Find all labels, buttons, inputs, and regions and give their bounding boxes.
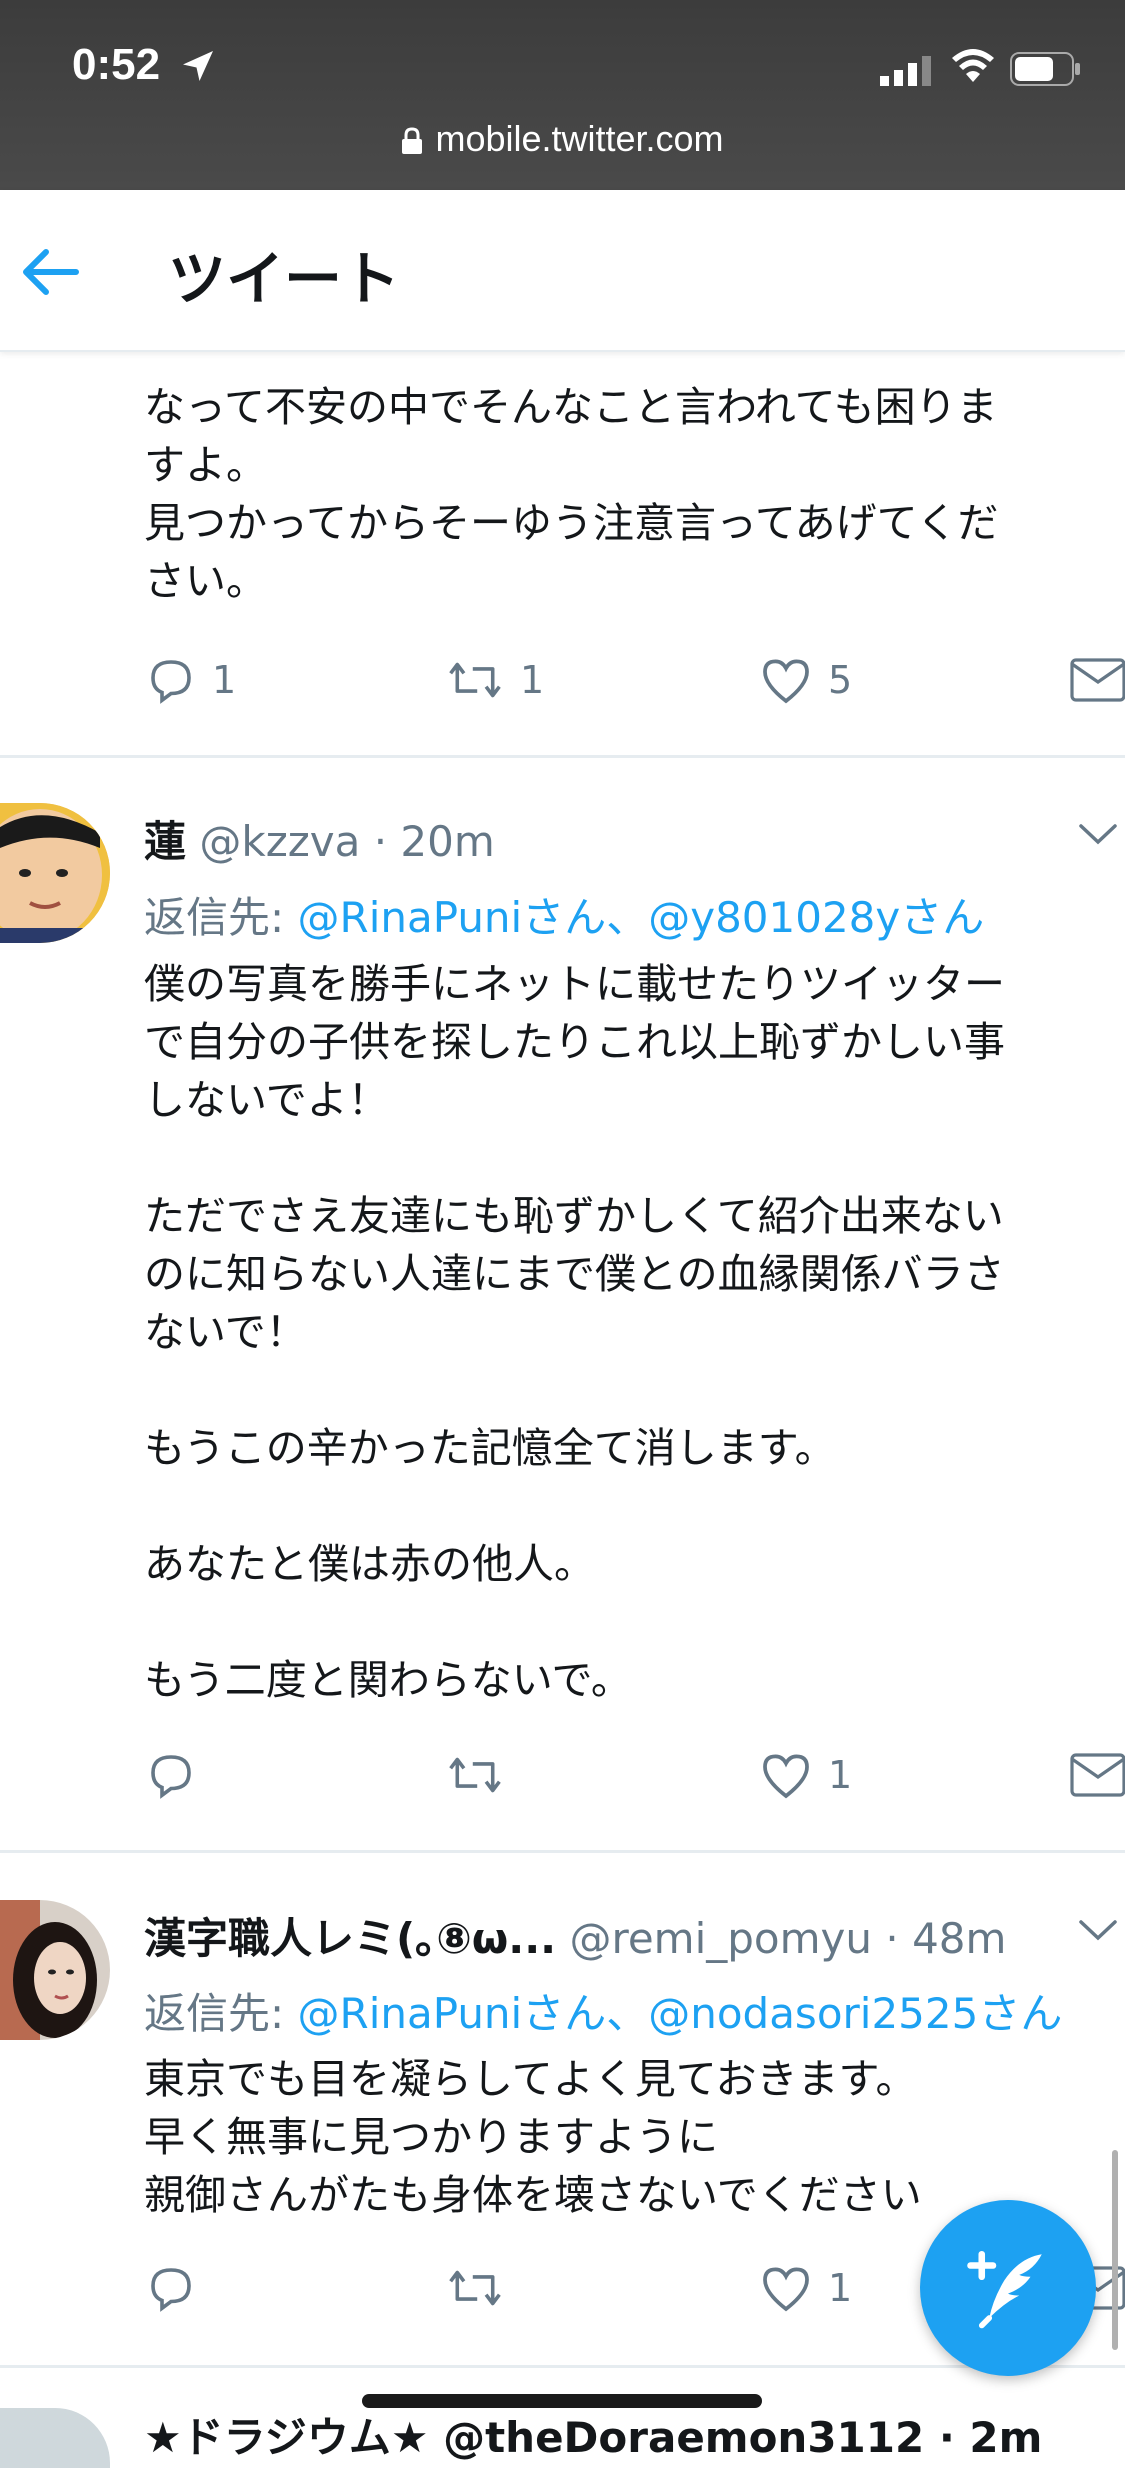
compose-tweet-button[interactable] <box>920 2200 1096 2376</box>
scrollbar[interactable] <box>1112 2150 1118 2350</box>
battery-icon <box>1010 52 1080 86</box>
envelope-icon <box>1070 1753 1125 1797</box>
woman-avatar-image <box>0 1900 110 2040</box>
tweet-actions: 1 <box>144 1745 1125 1805</box>
tweet-text: 僕の写真を勝手にネットに載せたりツイッター で自分の子供を探したりこれ以上恥ずか… <box>144 960 1005 1704</box>
envelope-icon <box>1070 658 1125 702</box>
cellular-signal-icon <box>880 56 931 86</box>
next-tweet-author-line[interactable]: ★ドラジウム★ @theDoraemon3112 · 2m <box>144 2404 1042 2465</box>
heart-icon <box>763 659 809 704</box>
tweet-divider <box>0 1850 1125 1853</box>
retweet-button[interactable] <box>444 1745 506 1805</box>
reply-icon <box>151 2268 191 2312</box>
like-button[interactable]: 5 <box>758 650 852 710</box>
reply-icon <box>151 660 191 704</box>
author-name[interactable]: 漢字職人レミ(｡⑧ω... <box>144 1914 556 1963</box>
share-dm-button[interactable] <box>1070 650 1125 710</box>
chevron-down-icon[interactable] <box>1078 818 1118 850</box>
like-button[interactable]: 1 <box>758 1745 852 1805</box>
retweet-count: 1 <box>520 658 545 702</box>
address-bar[interactable]: mobile.twitter.com <box>0 118 1125 160</box>
reply-button[interactable]: 1 <box>144 650 236 710</box>
reply-button[interactable] <box>144 1745 198 1805</box>
tweet-author-line: 漢字職人レミ(｡⑧ω... @remi_pomyu · 48m <box>144 1905 1006 1966</box>
tweet-author-line: 蓮 @kzzva · 20m <box>144 808 495 869</box>
share-dm-button[interactable] <box>1070 1745 1125 1805</box>
tweet-divider <box>0 2365 1125 2368</box>
retweet-icon <box>449 1757 501 1793</box>
avatar[interactable] <box>0 2408 110 2468</box>
header-shadow-mask <box>0 350 1125 380</box>
reply-count: 1 <box>212 658 237 702</box>
reply-button[interactable] <box>144 2258 198 2318</box>
reply-to-mentions[interactable]: @RinaPuniさん、@y801028yさん <box>298 893 985 942</box>
tweet-divider <box>0 755 1125 758</box>
avatar[interactable] <box>0 803 110 943</box>
status-time: 0:52 <box>72 40 161 89</box>
tweet-actions: 1 1 5 <box>144 650 1125 710</box>
heart-icon <box>763 2267 809 2312</box>
child-avatar-image <box>0 803 110 943</box>
lock-icon <box>402 127 423 154</box>
like-button[interactable]: 1 <box>758 2258 852 2318</box>
reply-icon <box>151 1755 191 1799</box>
author-handle[interactable]: @remi_pomyu · 48m <box>570 1914 1007 1963</box>
retweet-button[interactable] <box>444 2258 506 2318</box>
retweet-icon <box>449 662 501 698</box>
avatar[interactable] <box>0 1900 110 2040</box>
reply-to-mentions[interactable]: @RinaPuniさん、@nodasori2525さん <box>298 1989 1063 2038</box>
tweet-text: 東京でも目を凝らしてよく見ておきます。 早く無事に見つかりますように 親御さんが… <box>144 2055 922 2219</box>
chevron-down-icon[interactable] <box>1078 1914 1118 1946</box>
retweet-icon <box>449 2270 501 2306</box>
like-count: 1 <box>828 2266 853 2310</box>
heart-icon <box>763 1754 809 1799</box>
retweet-button[interactable]: 1 <box>444 650 544 710</box>
status-bar: 0:52 mobile.twitter.com <box>0 0 1125 190</box>
like-count: 5 <box>828 658 853 702</box>
wifi-icon <box>952 49 994 82</box>
reply-to-prefix: 返信先: <box>144 1989 298 2038</box>
page-title: ツイート <box>168 245 401 313</box>
reply-to-prefix: 返信先: <box>144 893 298 942</box>
reply-to-line: 返信先: @RinaPuniさん、@nodasori2525さん <box>144 1980 1062 2041</box>
home-indicator[interactable] <box>362 2394 762 2408</box>
reply-to-line: 返信先: @RinaPuniさん、@y801028yさん <box>144 884 984 945</box>
back-arrow-icon[interactable] <box>18 240 82 304</box>
author-name[interactable]: 蓮 <box>144 817 186 866</box>
feather-plus-icon <box>967 2250 1042 2329</box>
like-count: 1 <box>828 1753 853 1797</box>
location-arrow-icon <box>183 51 213 81</box>
page-header: ツイート <box>0 190 1125 352</box>
author-handle[interactable]: @kzzva · 20m <box>199 817 494 866</box>
url-text: mobile.twitter.com <box>435 118 724 159</box>
